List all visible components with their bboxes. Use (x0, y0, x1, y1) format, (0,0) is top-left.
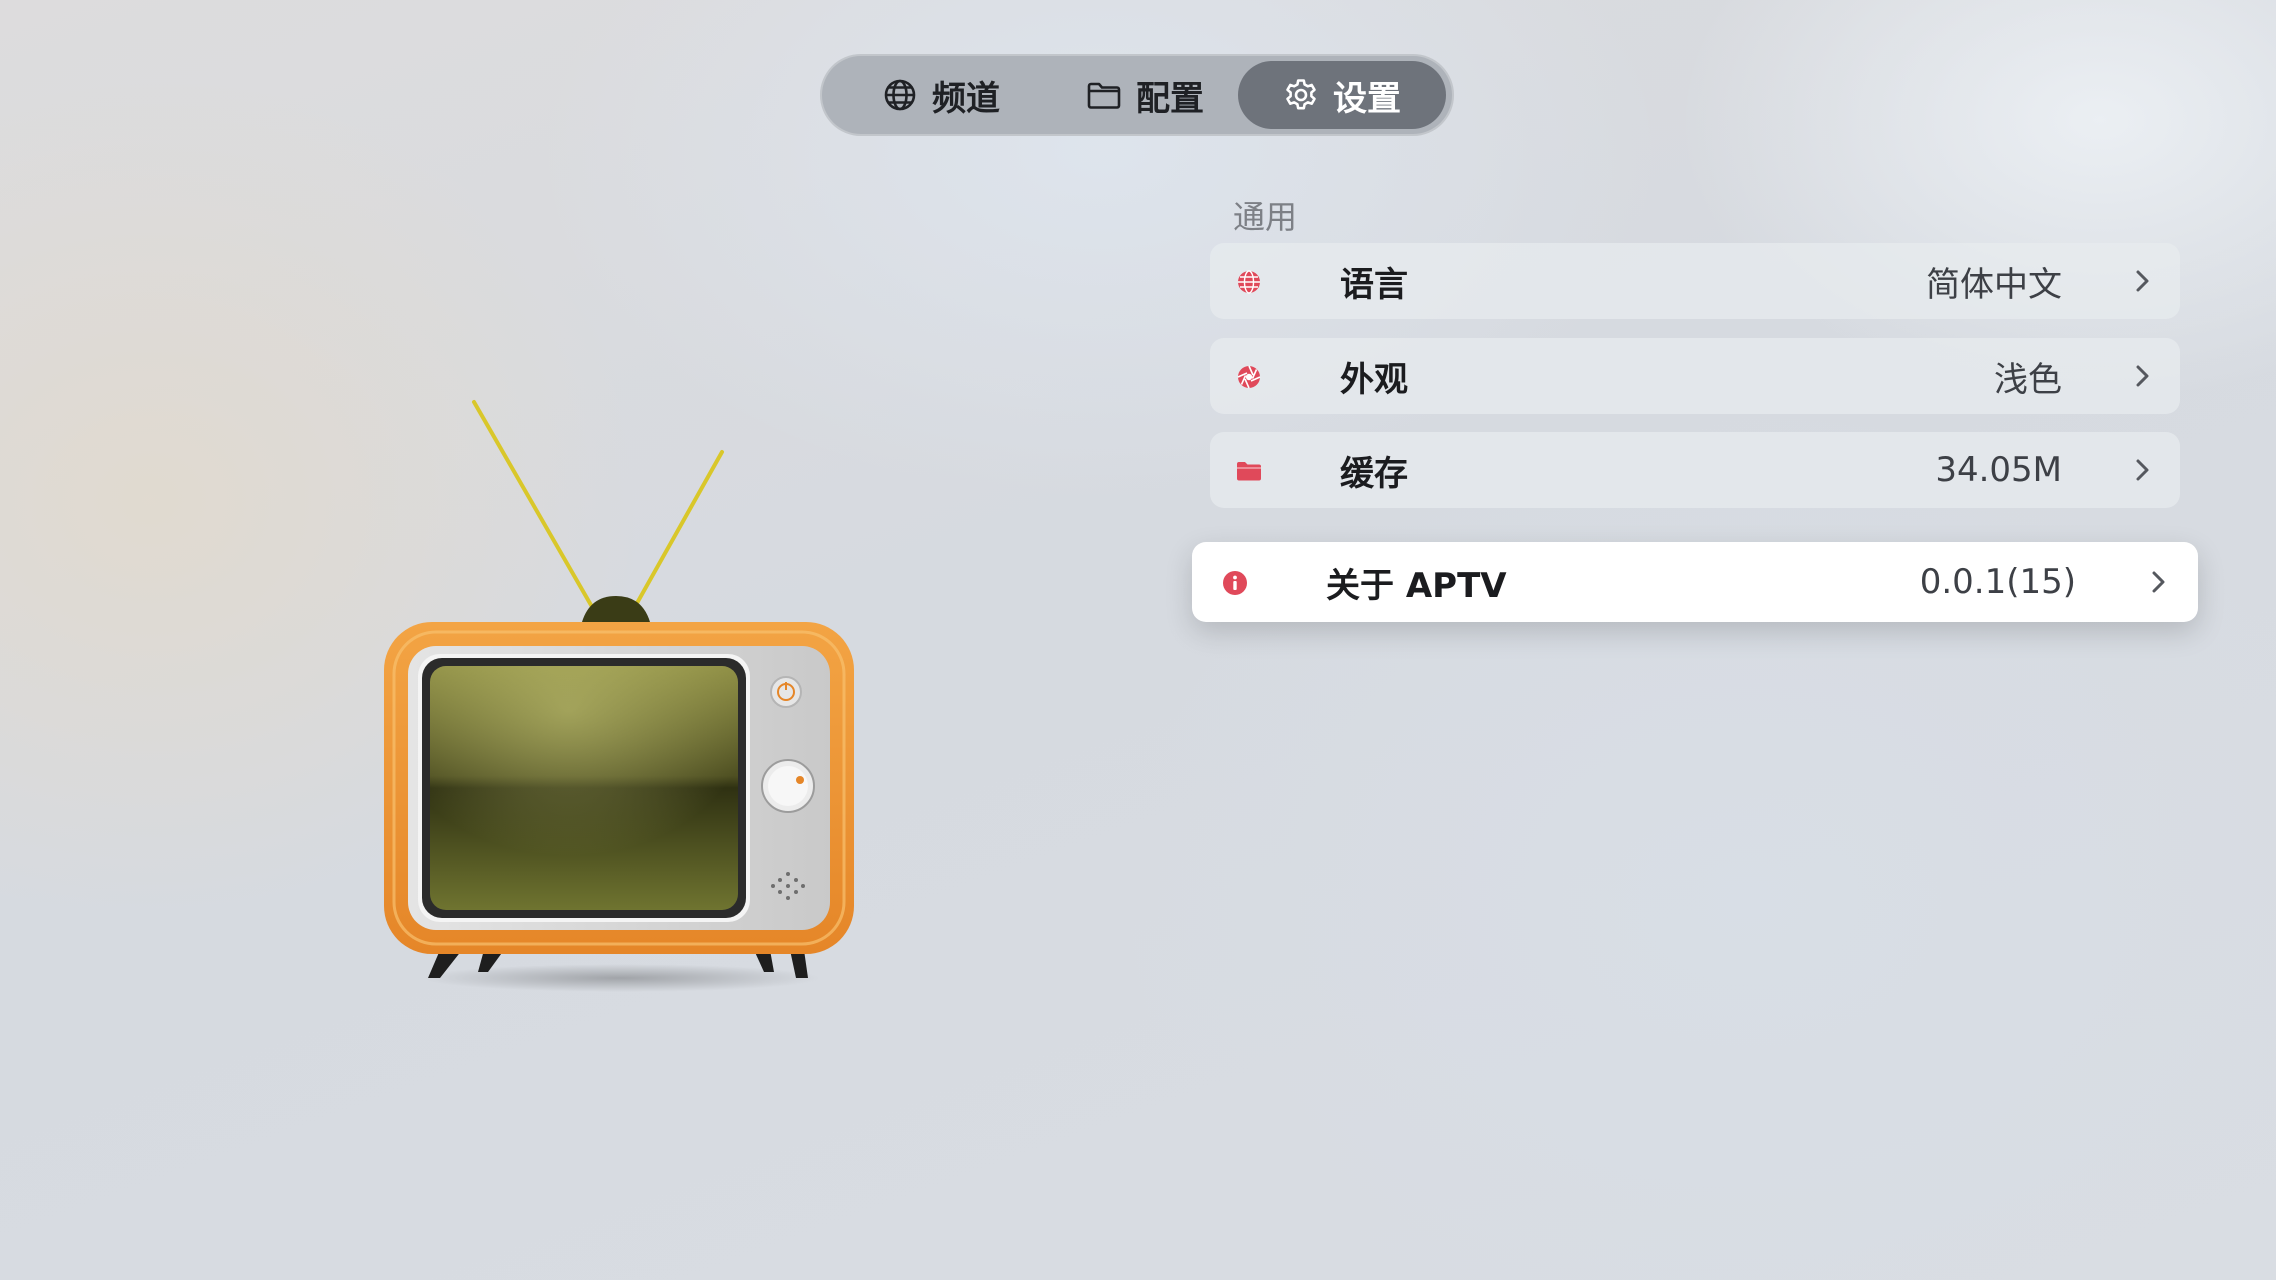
row-value: 浅色 (1994, 359, 2062, 400)
row-label: 关于 APTV (1326, 565, 1507, 606)
settings-row-about[interactable]: 关于 APTV 0.0.1(15) (1192, 542, 2198, 622)
info-icon (1222, 570, 1248, 596)
tab-label: 配置 (1136, 78, 1204, 119)
tab-channels[interactable]: 频道 (856, 61, 1026, 129)
row-label: 缓存 (1340, 453, 1408, 494)
tab-config[interactable]: 配置 (1060, 61, 1230, 129)
settings-row-language[interactable]: 语言 简体中文 (1210, 243, 2180, 319)
row-value: 简体中文 (1926, 264, 2062, 305)
tab-label: 设置 (1333, 78, 1401, 119)
tab-bar: 频道 配置 设置 (820, 54, 1454, 136)
globe-icon (1236, 269, 1262, 295)
chevron-right-icon (2136, 270, 2149, 292)
row-value: 34.05M (1935, 450, 2062, 490)
tab-settings[interactable]: 设置 (1238, 61, 1446, 129)
globe-icon (884, 79, 916, 111)
section-title-general: 通用 (1233, 198, 1298, 236)
aperture-icon (1236, 364, 1262, 390)
chevron-right-icon (2136, 365, 2149, 387)
row-label: 语言 (1340, 264, 1408, 305)
settings-row-appearance[interactable]: 外观 浅色 (1210, 338, 2180, 414)
row-label: 外观 (1340, 359, 1408, 400)
folder-icon (1236, 458, 1262, 484)
chevron-right-icon (2152, 571, 2165, 593)
tab-label: 频道 (932, 78, 1000, 119)
retro-tv-illustration (384, 400, 854, 992)
folder-icon (1087, 82, 1121, 109)
gear-icon (1286, 79, 1316, 110)
chevron-right-icon (2136, 459, 2149, 481)
settings-row-cache[interactable]: 缓存 34.05M (1210, 432, 2180, 508)
row-value: 0.0.1(15) (1919, 562, 2076, 602)
